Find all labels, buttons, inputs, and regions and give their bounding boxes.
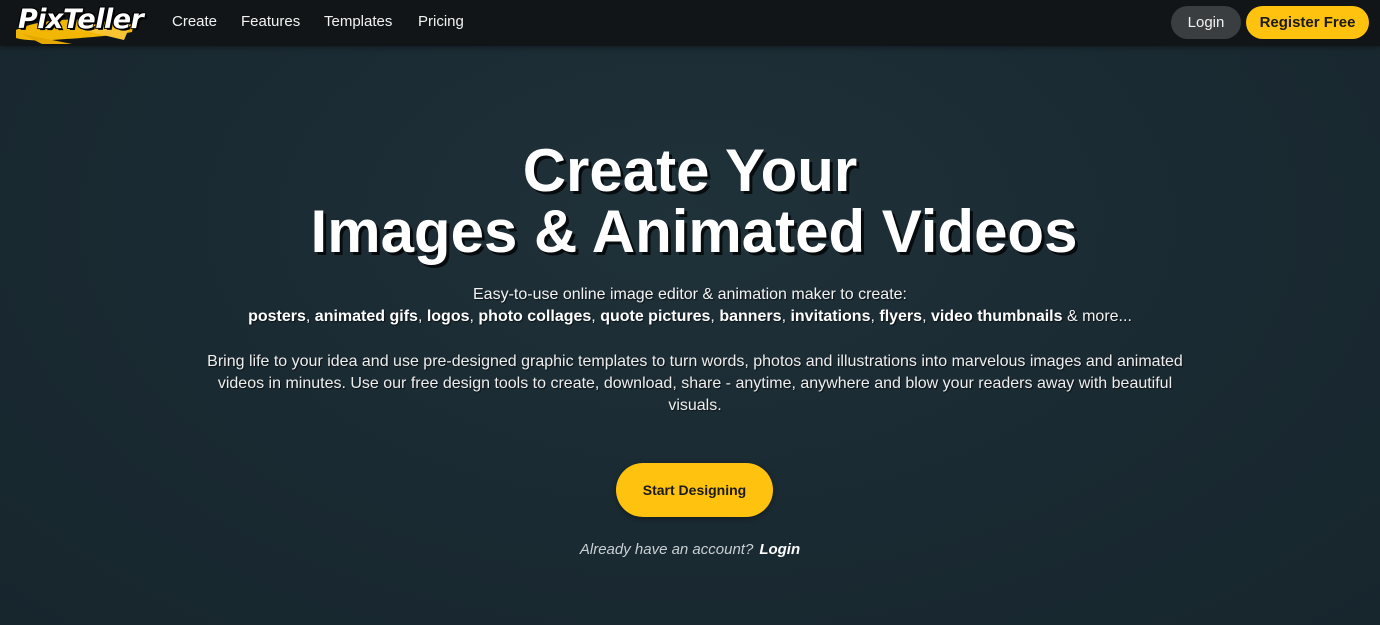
account-question: Already have an account? — [579, 541, 754, 558]
content-type-photo-collages: photo collages — [478, 308, 592, 325]
content-type-banners: banners — [719, 308, 782, 325]
content-types-line: posters, animated gifs, logos, photo col… — [248, 308, 1132, 325]
nav-link-pricing[interactable]: Pricing — [418, 13, 464, 30]
start-designing-button[interactable]: Start Designing — [616, 463, 773, 517]
content-type-invitations: invitations — [790, 308, 871, 325]
nav-link-templates[interactable]: Templates — [324, 13, 392, 30]
account-prompt: Already have an account? Login — [0, 541, 1380, 558]
hero-lead: Easy-to-use online image editor & animat… — [473, 286, 907, 303]
content-type-posters: posters — [248, 308, 306, 325]
logo-text: PixTeller — [18, 4, 144, 35]
content-types-suffix: & more... — [1066, 308, 1132, 325]
nav-link-create[interactable]: Create — [172, 13, 217, 30]
content-type-quote-pictures: quote pictures — [600, 308, 711, 325]
content-type-video-thumbnails: video thumbnails — [930, 308, 1063, 325]
login-button[interactable]: Login — [1171, 6, 1241, 39]
hero-description: Bring life to your idea and use pre-desi… — [207, 353, 1183, 414]
account-login-link[interactable]: Login — [759, 541, 800, 558]
content-type-animated-gifs: animated gifs — [314, 308, 418, 325]
pixteller-logo[interactable]: PixTeller — [12, 0, 144, 46]
hero-title-line-2: Images & Animated Videos — [310, 198, 1078, 265]
register-free-button[interactable]: Register Free — [1246, 6, 1369, 39]
content-type-logos: logos — [426, 308, 470, 325]
top-nav: PixTeller Create Features Templates Pric… — [0, 0, 1380, 46]
nav-link-features[interactable]: Features — [241, 13, 300, 30]
content-type-flyers: flyers — [879, 308, 923, 325]
hero-title-line-1: Create Your — [522, 137, 858, 204]
